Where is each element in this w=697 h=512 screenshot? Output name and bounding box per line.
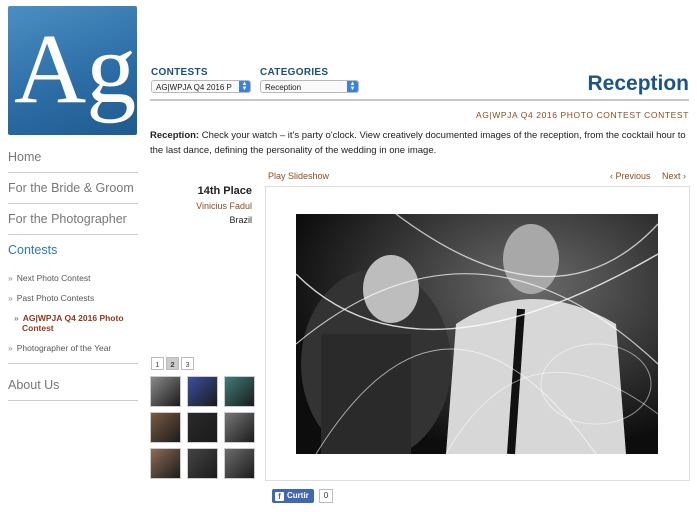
nav-bride-groom[interactable]: For the Bride & Groom bbox=[8, 173, 138, 204]
select-arrows-icon: ▲ ▼ bbox=[347, 81, 358, 92]
select-arrows-icon: ▲ ▼ bbox=[239, 81, 250, 92]
contests-label: CONTESTS bbox=[151, 67, 208, 78]
submenu-photographer-of-year[interactable]: » Photographer of the Year bbox=[8, 339, 138, 359]
previous-link[interactable]: ‹ Previous bbox=[610, 171, 651, 181]
categories-label: CATEGORIES bbox=[260, 67, 329, 78]
facebook-like-button[interactable]: f Curtir bbox=[272, 489, 314, 503]
categories-select[interactable]: Reception ▲ ▼ bbox=[260, 80, 359, 93]
photographer-name[interactable]: Vinicius Fadul bbox=[196, 201, 252, 211]
play-slideshow-link[interactable]: Play Slideshow bbox=[268, 171, 329, 181]
thumbnail[interactable] bbox=[150, 412, 181, 443]
facebook-like: f Curtir 0 bbox=[272, 489, 334, 503]
bullet-icon: » bbox=[8, 293, 13, 303]
bullet-icon: » bbox=[14, 313, 19, 323]
thumbnail[interactable] bbox=[224, 412, 255, 443]
category-description: Reception: Check your watch – it's party… bbox=[150, 128, 690, 158]
page-title: Reception bbox=[587, 72, 689, 95]
thumbnail[interactable] bbox=[187, 376, 218, 407]
thumbnail[interactable] bbox=[187, 448, 218, 479]
contest-subtitle: AG|WPJA Q4 2016 PHOTO CONTEST CONTEST bbox=[475, 110, 689, 120]
contests-select[interactable]: AG|WPJA Q4 2016 P ▲ ▼ bbox=[151, 80, 251, 93]
thumbnail-pager: 1 2 3 bbox=[151, 357, 194, 370]
thumbnail-grid bbox=[150, 376, 256, 479]
winning-photo[interactable] bbox=[296, 214, 658, 454]
award-place: 14th Place bbox=[197, 185, 252, 197]
submenu-selected-contest[interactable]: » AG|WPJA Q4 2016 Photo Contest bbox=[8, 309, 138, 339]
photographer-country: Brazil bbox=[229, 215, 252, 225]
thumbnail[interactable] bbox=[150, 448, 181, 479]
submenu-past-contests[interactable]: » Past Photo Contests bbox=[8, 289, 138, 309]
bullet-icon: » bbox=[8, 343, 13, 353]
site-logo[interactable]: Ag bbox=[8, 6, 137, 135]
like-count: 0 bbox=[318, 489, 334, 503]
pager-page-2[interactable]: 2 bbox=[166, 357, 179, 370]
thumbnail[interactable] bbox=[224, 448, 255, 479]
award-info: 14th Place Vinicius Fadul Brazil bbox=[196, 185, 252, 225]
contests-submenu: » Next Photo Contest » Past Photo Contests… bbox=[8, 269, 138, 364]
main-nav: Home For the Bride & Groom For the Photo… bbox=[8, 142, 138, 401]
pager-page-3[interactable]: 3 bbox=[181, 357, 194, 370]
facebook-icon: f bbox=[275, 491, 284, 501]
pager-page-1[interactable]: 1 bbox=[151, 357, 164, 370]
photo-image bbox=[296, 214, 658, 454]
nav-home[interactable]: Home bbox=[8, 142, 138, 173]
logo-mark: Ag bbox=[14, 13, 136, 124]
nav-contests[interactable]: Contests bbox=[8, 235, 138, 265]
description-lead: Reception: bbox=[150, 130, 200, 141]
next-link[interactable]: Next › bbox=[662, 171, 686, 181]
header-divider bbox=[150, 99, 689, 101]
thumbnail[interactable] bbox=[187, 412, 218, 443]
logo-text: Ag bbox=[14, 13, 136, 124]
nav-about[interactable]: About Us bbox=[8, 370, 138, 401]
thumbnail[interactable] bbox=[224, 376, 255, 407]
bullet-icon: » bbox=[8, 273, 13, 283]
nav-photographer[interactable]: For the Photographer bbox=[8, 204, 138, 235]
description-text: Check your watch – it's party o'clock. V… bbox=[150, 130, 686, 156]
submenu-next-contest[interactable]: » Next Photo Contest bbox=[8, 269, 138, 289]
thumbnail[interactable] bbox=[150, 376, 181, 407]
